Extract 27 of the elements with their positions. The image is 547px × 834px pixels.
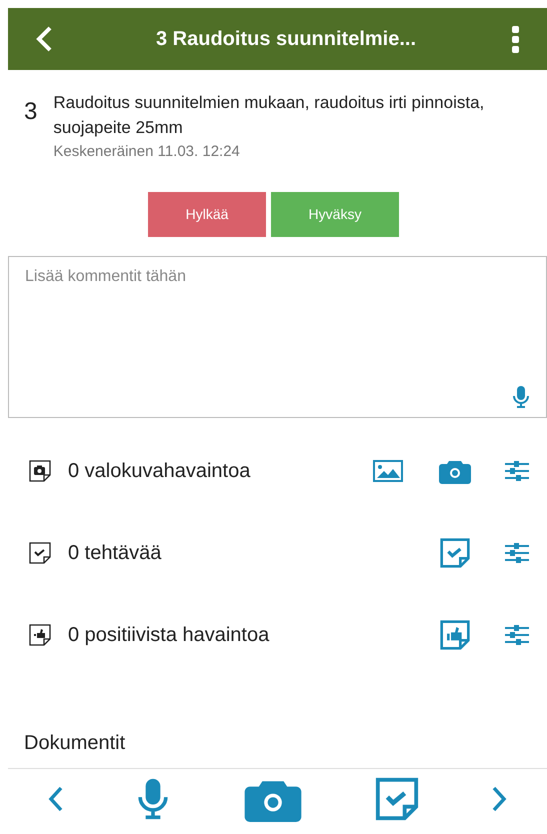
item-description: Raudoitus suunnitelmien mukaan, raudoitus irti pinnoista, suojapeite 25mm [53,92,486,139]
filter-icon[interactable] [504,460,530,482]
comment-field[interactable]: Lisää kommentit tähän [8,256,547,418]
camera-note-icon [28,459,52,483]
comment-input[interactable]: Lisää kommentit tähän [25,265,530,385]
item-status: Keskeneräinen 11.03. 12:24 [53,142,241,162]
chevron-right-icon[interactable] [491,784,507,812]
reject-button[interactable]: Hylkää [148,192,266,237]
row-label: 0 valokuvahavaintoa [68,459,252,484]
checkmark-note-icon[interactable] [374,776,420,822]
row-label: 0 positiivista havaintoa [68,623,270,648]
more-menu-icon[interactable] [512,26,519,52]
chevron-left-icon[interactable] [48,784,64,812]
filter-icon[interactable] [504,624,530,646]
image-icon[interactable] [373,459,403,483]
thumbs-up-note-icon [28,623,52,647]
item-number: 3 [24,97,38,127]
header-title: 3 Raudoitus suunnitelmie... [154,27,418,52]
row-label: 0 tehtävää [68,541,162,566]
camera-icon[interactable] [439,458,471,484]
approve-button[interactable]: Hyväksy [271,192,399,237]
filter-icon[interactable] [504,542,530,564]
checkmark-note-icon [28,541,52,565]
section-title: Dokumentit [23,731,126,756]
checkmark-note-icon[interactable] [439,537,471,569]
microphone-icon[interactable] [512,385,530,409]
thumbs-up-note-icon[interactable] [439,619,471,651]
